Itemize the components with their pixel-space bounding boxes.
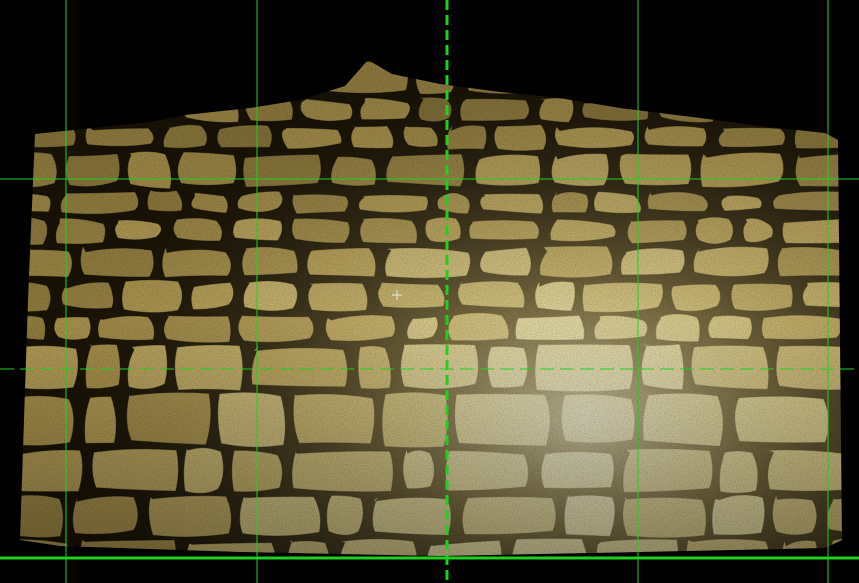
stone-block (114, 97, 177, 123)
stone-block (20, 61, 32, 93)
stone-block (803, 98, 842, 122)
stone-block (852, 98, 859, 123)
stone-block (853, 63, 859, 93)
stone-block (20, 99, 56, 119)
stone-block (260, 62, 323, 95)
stone-block (713, 62, 766, 94)
stone-block (171, 63, 252, 93)
stone-block (851, 316, 859, 339)
stone-block (553, 62, 613, 95)
stone-block (618, 61, 703, 95)
stone-wall-point-cloud (20, 60, 859, 556)
stone-block (465, 60, 545, 95)
point-cloud-viewport[interactable] (0, 0, 859, 583)
stone-block (772, 62, 842, 94)
stone-block (827, 537, 842, 556)
stone-block (726, 97, 796, 124)
stone-block (62, 99, 109, 122)
stone-block (95, 62, 161, 92)
scene-canvas[interactable] (0, 0, 859, 583)
stone-block (36, 61, 89, 95)
stone-block (840, 394, 842, 446)
